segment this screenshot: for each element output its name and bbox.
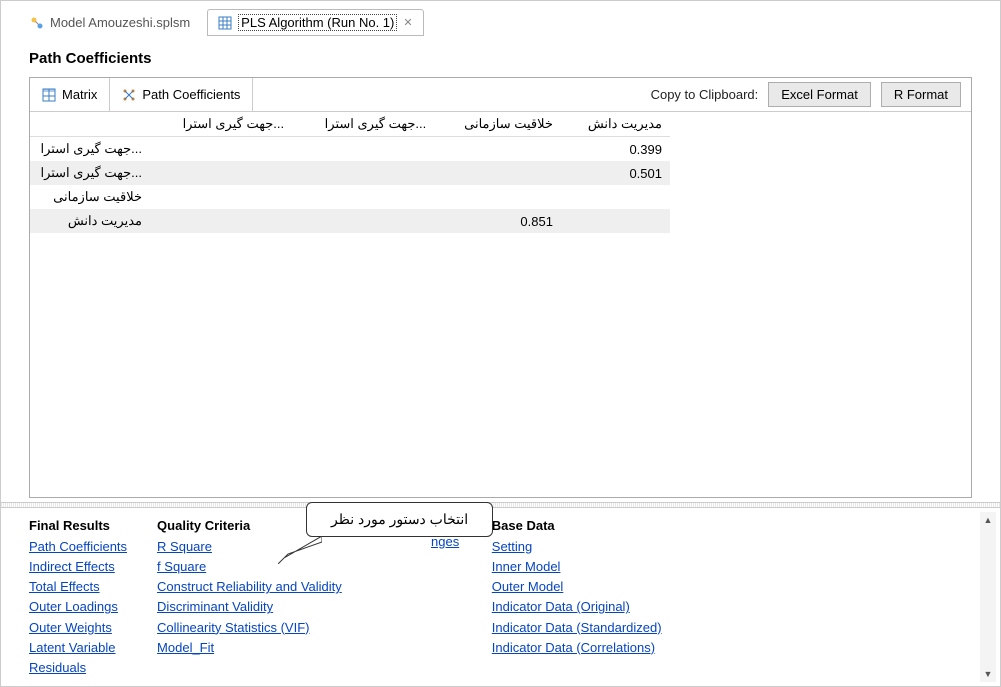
app-window: Model Amouzeshi.splsm PLS Algorithm (Run… — [0, 0, 1001, 687]
link-collinearity[interactable]: Collinearity Statistics (VIF) — [157, 618, 342, 638]
table-row: جهت گیری استرا... 0.399 — [30, 137, 670, 162]
matrix-table-wrap: جهت گیری استرا... جهت گیری استرا... خلاق… — [30, 112, 971, 497]
cell — [292, 137, 434, 162]
table-row: خلاقیت سازمانی — [30, 185, 670, 209]
link-outer-loadings[interactable]: Outer Loadings — [29, 597, 127, 617]
table-row: مدیریت دانش 0.851 — [30, 209, 670, 233]
link-ind-corr[interactable]: Indicator Data (Correlations) — [492, 638, 662, 658]
cell — [434, 161, 561, 185]
row-label: خلاقیت سازمانی — [30, 185, 150, 209]
link-outer-weights[interactable]: Outer Weights — [29, 618, 127, 638]
final-results-title: Final Results — [29, 518, 127, 533]
clipboard-label: Copy to Clipboard: — [651, 87, 759, 102]
page-title: Path Coefficients — [29, 50, 972, 67]
link-inner-model[interactable]: Inner Model — [492, 557, 662, 577]
cell — [292, 185, 434, 209]
cell — [434, 137, 561, 162]
cell — [561, 185, 670, 209]
cell — [292, 209, 434, 233]
col-header: جهت گیری استرا... — [150, 112, 292, 137]
row-label: مدیریت دانش — [30, 209, 150, 233]
result-panel: Matrix P — [29, 77, 972, 498]
panel-tabs: Matrix P — [30, 78, 253, 111]
cell — [150, 161, 292, 185]
link-total-effects[interactable]: Total Effects — [29, 577, 127, 597]
model-icon — [30, 16, 44, 30]
matrix-icon — [42, 88, 56, 102]
cell — [561, 209, 670, 233]
link-ind-standard[interactable]: Indicator Data (Standardized) — [492, 618, 662, 638]
link-model-fit[interactable]: Model_Fit — [157, 638, 342, 658]
panel-tab-pathcoef-label: Path Coefficients — [142, 87, 240, 102]
col-header — [30, 112, 150, 137]
table-row: جهت گیری استرا... 0.501 — [30, 161, 670, 185]
cell: 0.851 — [434, 209, 561, 233]
row-label: جهت گیری استرا... — [30, 161, 150, 185]
tab-model-label: Model Amouzeshi.splsm — [50, 15, 190, 30]
col-final-results: Final Results Path Coefficients Indirect… — [29, 518, 127, 678]
link-discriminant[interactable]: Discriminant Validity — [157, 597, 342, 617]
tab-result[interactable]: PLS Algorithm (Run No. 1) ✕ — [207, 9, 423, 36]
cell — [150, 137, 292, 162]
link-construct-validity[interactable]: Construct Reliability and Validity — [157, 577, 342, 597]
link-path-coefficients[interactable]: Path Coefficients — [29, 537, 127, 557]
base-title: Base Data — [492, 518, 662, 533]
excel-format-button[interactable]: Excel Format — [768, 82, 871, 107]
link-outer-model[interactable]: Outer Model — [492, 577, 662, 597]
cell: 0.501 — [561, 161, 670, 185]
panel-tab-pathcoef[interactable]: Path Coefficients — [110, 78, 253, 111]
col-base-data: Base Data Setting Inner Model Outer Mode… — [492, 518, 662, 678]
r-format-button[interactable]: R Format — [881, 82, 961, 107]
close-icon[interactable]: ✕ — [403, 16, 412, 29]
path-icon — [122, 88, 136, 102]
row-label: جهت گیری استرا... — [30, 137, 150, 162]
panel-tab-matrix[interactable]: Matrix — [30, 78, 110, 111]
tab-result-label: PLS Algorithm (Run No. 1) — [238, 14, 397, 31]
link-ind-original[interactable]: Indicator Data (Original) — [492, 597, 662, 617]
cell — [150, 209, 292, 233]
content-area: Path Coefficients Matrix — [1, 36, 1000, 502]
matrix-table: جهت گیری استرا... جهت گیری استرا... خلاق… — [30, 112, 670, 233]
link-indirect-effects[interactable]: Indirect Effects — [29, 557, 127, 577]
link-latent-variable[interactable]: Latent Variable — [29, 638, 127, 658]
tab-model-file[interactable]: Model Amouzeshi.splsm — [19, 10, 201, 35]
cell: 0.399 — [561, 137, 670, 162]
callout: انتخاب دستور مورد نظر — [306, 502, 493, 537]
scroll-up-icon[interactable]: ▲ — [980, 512, 996, 528]
cell — [434, 185, 561, 209]
col-header: مدیریت دانش — [561, 112, 670, 137]
callout-tail-icon — [278, 536, 322, 564]
link-setting[interactable]: Setting — [492, 537, 662, 557]
callout-text: انتخاب دستور مورد نظر — [306, 502, 493, 537]
clipboard-row: Copy to Clipboard: Excel Format R Format — [651, 82, 971, 107]
panel-toolbar: Matrix P — [30, 78, 971, 112]
cell — [292, 161, 434, 185]
bottom-panel: Final Results Path Coefficients Indirect… — [1, 508, 1000, 686]
col-header: جهت گیری استرا... — [292, 112, 434, 137]
panel-tab-matrix-label: Matrix — [62, 87, 97, 102]
link-residuals[interactable]: Residuals — [29, 658, 127, 678]
vertical-scrollbar[interactable]: ▲ ▼ — [980, 512, 996, 682]
col-header: خلاقیت سازمانی — [434, 112, 561, 137]
grid-icon — [218, 16, 232, 30]
editor-tab-strip: Model Amouzeshi.splsm PLS Algorithm (Run… — [1, 1, 1000, 36]
cell — [150, 185, 292, 209]
scroll-down-icon[interactable]: ▼ — [980, 666, 996, 682]
